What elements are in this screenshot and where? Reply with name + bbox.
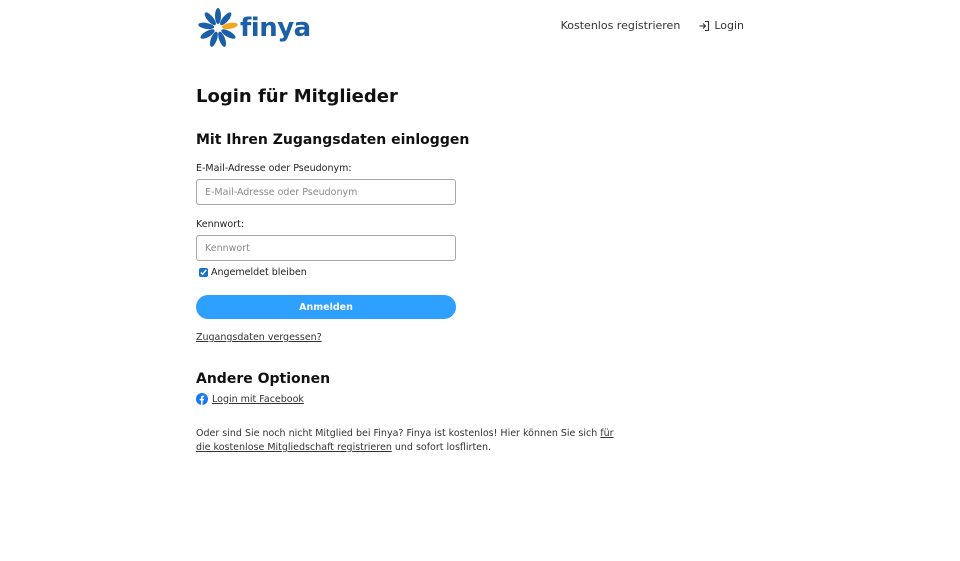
remember-label[interactable]: Angemeldet bleiben xyxy=(211,267,307,278)
password-input[interactable] xyxy=(196,235,456,261)
password-label: Kennwort: xyxy=(196,219,245,230)
nav-login-label: Login xyxy=(714,19,744,32)
login-main: Login für Mitglieder Mit Ihren Zugangsda… xyxy=(196,84,616,455)
facebook-icon xyxy=(196,393,208,405)
login-form: E-Mail-Adresse oder Pseudonym: Kennwort:… xyxy=(196,163,616,319)
facebook-login-link[interactable]: Login mit Facebook xyxy=(212,394,304,405)
nav-register-link[interactable]: Kostenlos registrieren xyxy=(561,19,681,32)
login-submit-button[interactable]: Anmelden xyxy=(196,295,456,319)
email-input[interactable] xyxy=(196,179,456,205)
login-arrow-icon xyxy=(699,20,710,31)
finya-flower-icon xyxy=(198,8,238,47)
signup-text-1: Oder sind Sie noch nicht Mitglied bei Fi… xyxy=(196,428,601,439)
email-label: E-Mail-Adresse oder Pseudonym: xyxy=(196,163,352,174)
forgot-credentials-link[interactable]: Zugangsdaten vergessen? xyxy=(196,332,322,343)
nav-login-link[interactable]: Login xyxy=(698,19,744,32)
section-title: Mit Ihren Zugangsdaten einloggen xyxy=(196,132,470,148)
signup-paragraph: Oder sind Sie noch nicht Mitglied bei Fi… xyxy=(196,427,616,455)
remember-row: Angemeldet bleiben xyxy=(196,265,616,279)
site-header: finya Kostenlos registrieren Login xyxy=(196,6,748,50)
other-options-title: Andere Optionen xyxy=(196,371,331,387)
top-nav: Kostenlos registrieren Login xyxy=(561,19,744,32)
page-title: Login für Mitglieder xyxy=(196,86,398,107)
remember-checkbox[interactable] xyxy=(199,267,208,277)
facebook-login-row: Login mit Facebook xyxy=(196,393,616,405)
finya-logo[interactable]: finya xyxy=(196,6,311,50)
signup-text-2: und sofort losflirten. xyxy=(391,442,492,453)
logo-text: finya xyxy=(240,13,311,43)
